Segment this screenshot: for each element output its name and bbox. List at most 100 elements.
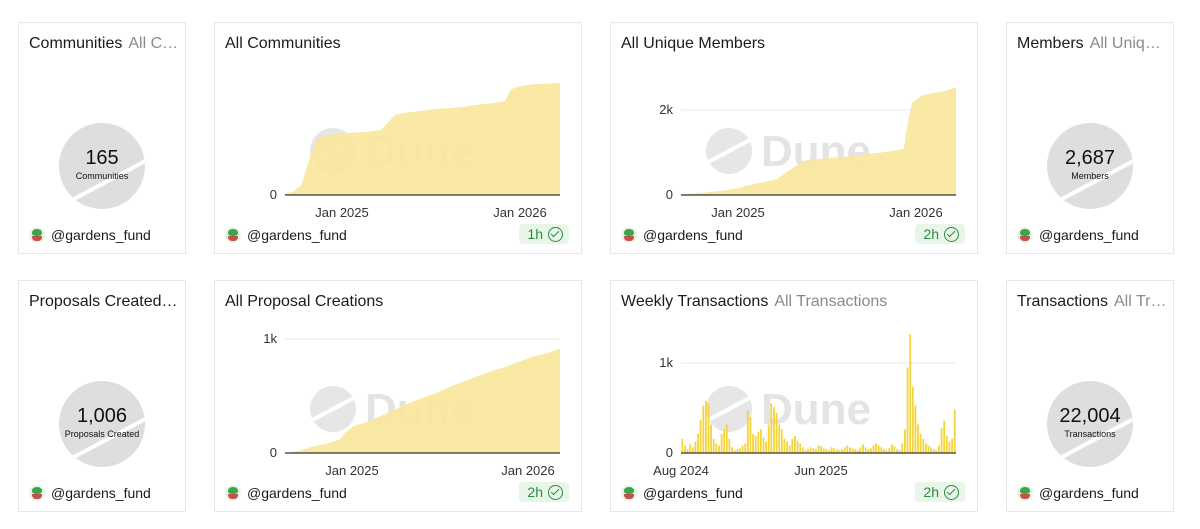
x-tick-label: Jan 2026 — [493, 205, 547, 220]
bar — [788, 445, 791, 453]
all-communities-chart: Dune0Jan 2025Jan 2026 — [270, 83, 560, 220]
bar — [870, 448, 872, 454]
bar — [773, 407, 775, 453]
author-link[interactable]: @gardens_fund — [1017, 227, 1139, 243]
bar — [697, 434, 699, 453]
weekly-transactions-chart: Dune 0 1k Aug 2024 Jun 2025 — [653, 334, 956, 478]
bar — [765, 441, 768, 453]
garden-avatar-icon — [1017, 227, 1033, 243]
bar — [725, 424, 728, 453]
bar — [749, 416, 752, 453]
author-link[interactable]: @gardens_fund — [225, 227, 347, 243]
garden-avatar-icon — [621, 485, 637, 501]
bar — [809, 447, 812, 453]
bar — [731, 447, 734, 453]
counter-label: Members — [1071, 171, 1109, 181]
author-handle: @gardens_fund — [643, 485, 743, 501]
all-unique-members-chart: Dune02kJan 2025 Jan 2026 — [659, 87, 956, 220]
x-tick-label: Jan 2025 — [711, 205, 765, 220]
x-tick-label: Jan 2026 — [889, 205, 943, 220]
author-handle: @gardens_fund — [1039, 485, 1139, 501]
bar — [909, 334, 912, 453]
author-link[interactable]: @gardens_fund — [621, 227, 743, 243]
bar — [851, 448, 854, 454]
bar — [893, 446, 896, 453]
bar — [684, 445, 686, 453]
bar — [791, 438, 794, 454]
freshness-badge[interactable]: 1h — [519, 224, 569, 244]
bar — [780, 429, 783, 454]
transactions-counter-card[interactable]: Transactions All Tr… 22,004 Transactions … — [1006, 280, 1174, 512]
garden-avatar-icon — [225, 485, 241, 501]
x-tick-label: Jun 2025 — [794, 463, 848, 478]
x-tick-label: Jan 2026 — [501, 463, 555, 478]
communities-counter-card[interactable]: Communities All C… 165 Communities @garde… — [18, 22, 186, 254]
counter-value: 1,006 — [76, 405, 128, 427]
bar — [741, 445, 744, 453]
counter-circle: 2,687 Members — [1047, 123, 1133, 209]
proposals-counter-card[interactable]: Proposals Created… 1,006 Proposals Creat… — [18, 280, 186, 512]
counter-label: Proposals Created — [64, 429, 140, 439]
bar — [739, 448, 741, 454]
author-link[interactable]: @gardens_fund — [225, 485, 347, 501]
freshness-badge[interactable]: 2h — [915, 482, 965, 502]
author-link[interactable]: @gardens_fund — [29, 485, 151, 501]
bar — [794, 435, 796, 453]
bar — [833, 448, 836, 454]
y-tick-label: 0 — [666, 187, 673, 202]
bar — [775, 413, 778, 453]
all-communities-card[interactable]: All Communities Dune0Jan 2025Jan 2026 @g… — [214, 22, 582, 254]
garden-avatar-icon — [621, 227, 637, 243]
bar — [712, 438, 715, 454]
bar — [762, 437, 765, 453]
freshness-badge[interactable]: 2h — [519, 482, 569, 502]
check-circle-icon — [944, 484, 959, 500]
bar — [917, 424, 919, 453]
check-circle-icon — [548, 484, 563, 500]
author-link[interactable]: @gardens_fund — [29, 227, 151, 243]
author-handle: @gardens_fund — [1039, 227, 1139, 243]
bar — [943, 420, 946, 453]
bar — [864, 447, 867, 453]
bar — [911, 386, 914, 453]
bar — [849, 447, 851, 453]
bar — [778, 424, 781, 453]
bar — [930, 447, 933, 453]
bar — [945, 435, 948, 453]
y-tick-label: 1k — [263, 331, 277, 346]
freshness-badge[interactable]: 2h — [915, 224, 965, 244]
bar — [744, 443, 747, 453]
bar — [901, 443, 904, 453]
author-handle: @gardens_fund — [247, 227, 347, 243]
bar — [799, 443, 802, 453]
bar — [754, 435, 757, 453]
weekly-transactions-card[interactable]: Weekly Transactions All Transactions Dune… — [610, 280, 978, 512]
bar — [875, 443, 878, 453]
bar — [728, 438, 731, 454]
all-proposal-creations-chart: Dune01kJan 2025Jan 2026 — [263, 331, 560, 478]
bar — [694, 441, 697, 453]
counter-circle: 165 Communities — [59, 123, 145, 209]
author-link[interactable]: @gardens_fund — [1017, 485, 1139, 501]
card-title: Proposals Created… — [29, 293, 177, 310]
bar — [786, 441, 789, 453]
bar — [689, 444, 692, 453]
author-handle: @gardens_fund — [51, 227, 151, 243]
bar — [720, 434, 723, 453]
bar — [914, 405, 917, 453]
bar — [862, 444, 864, 453]
all-unique-members-card[interactable]: All Unique Members Dune 0 2k Jan 2025 Jan 20… — [610, 22, 978, 254]
counter-circle: 1,006 Proposals Created — [59, 381, 145, 467]
counter-circle: 22,004 Transactions — [1047, 381, 1133, 467]
bar — [919, 434, 922, 453]
y-tick-label: 1k — [659, 355, 673, 370]
bar — [699, 419, 702, 454]
all-proposal-creations-card[interactable]: All Proposal Creations Dune01kJan 2025Ja… — [214, 280, 582, 512]
y-tick-label: 2k — [659, 102, 673, 117]
author-link[interactable]: @gardens_fund — [621, 485, 743, 501]
bar — [925, 443, 927, 453]
members-counter-card[interactable]: Members All Uniq… 2,687 Members @gardens_… — [1006, 22, 1174, 254]
bar — [681, 438, 684, 454]
bar — [710, 424, 713, 453]
bar — [843, 447, 846, 453]
